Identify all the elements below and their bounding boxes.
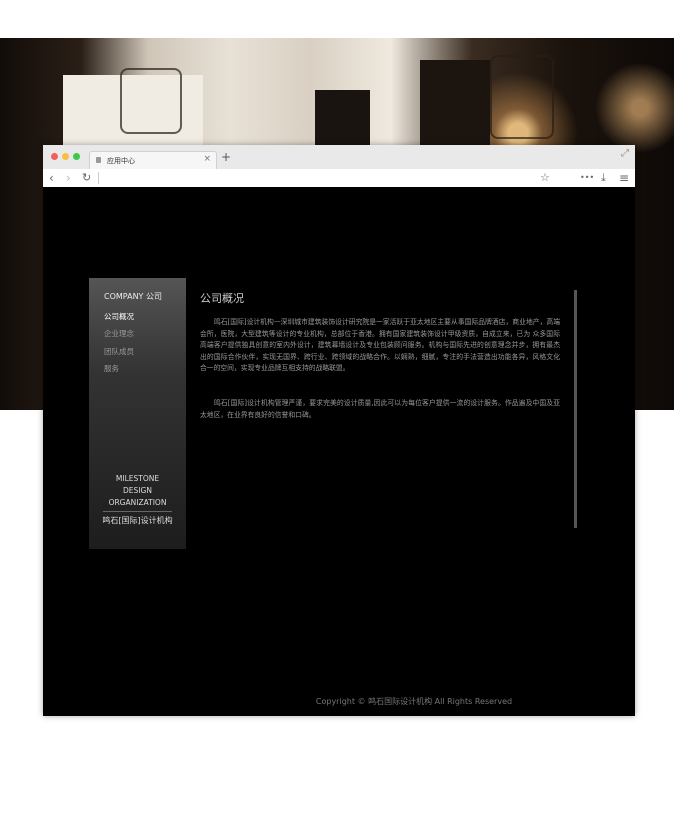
logo-text-line: MILESTONE	[115, 474, 160, 483]
browser-tab[interactable]: 应用中心 ×	[89, 151, 217, 170]
logo-text-line: ORGANIZATION	[108, 498, 167, 507]
menu-icon[interactable]: ≡	[619, 170, 629, 186]
content-scrollbar[interactable]	[574, 290, 577, 528]
page-title: 公司概况	[200, 292, 244, 305]
sidebar-item-overview[interactable]: 公司概况	[104, 311, 134, 322]
navigation-bar: ‹ › ↻ ☆ ••• ⤓ ≡	[43, 169, 635, 188]
intro-paragraph: 鸣石[国际]设计机构—深圳城市建筑装饰设计研究院是一家活跃于亚太地区主要从事国际…	[200, 318, 560, 372]
sidebar: COMPANY 公司 公司概况 企业理念 团队成员 服务 MILESTONE D…	[89, 278, 186, 549]
new-tab-icon[interactable]: +	[221, 150, 231, 164]
download-icon[interactable]: ⤓	[601, 170, 606, 186]
lamp-cage-icon	[120, 68, 182, 134]
logo-chinese-name: 鸣石[国际]设计机构	[102, 516, 173, 525]
minimize-window-icon[interactable]	[62, 153, 69, 160]
tab-bar: 应用中心 × + ⤢	[43, 145, 635, 170]
sidebar-heading: COMPANY 公司	[104, 292, 162, 301]
more-icon[interactable]: •••	[580, 170, 594, 186]
page-icon	[96, 157, 101, 163]
reload-icon[interactable]: ↻	[82, 170, 91, 186]
background-dark-block	[420, 60, 490, 150]
page-content: COMPANY 公司 公司概况 企业理念 团队成员 服务 MILESTONE D…	[43, 187, 635, 716]
lamp-cage-icon	[490, 55, 554, 139]
sidebar-item-philosophy[interactable]: 企业理念	[104, 328, 134, 339]
intro-paragraph: 鸣石[国际]设计机构管理严谨，要求完美的设计质量,因此可以为每位客户提供一流的设…	[200, 399, 560, 419]
close-window-icon[interactable]	[51, 153, 58, 160]
browser-window: 应用中心 × + ⤢ ‹ › ↻ ☆ ••• ⤓ ≡ COMPANY 公司 公司…	[43, 145, 635, 716]
sidebar-item-team[interactable]: 团队成员	[104, 346, 134, 357]
background-dark-block	[315, 90, 370, 150]
back-icon[interactable]: ‹	[49, 170, 54, 186]
sidebar-item-services[interactable]: 服务	[104, 363, 119, 374]
forward-icon[interactable]: ›	[66, 170, 71, 186]
fullscreen-icon[interactable]: ⤢	[621, 148, 629, 159]
divider	[98, 172, 99, 184]
copyright-text: Copyright © 鸣石国际设计机构 All Rights Reserved	[315, 697, 513, 706]
logo-divider	[103, 511, 172, 512]
tab-close-icon[interactable]: ×	[203, 154, 211, 164]
logo-text-line: DESIGN	[123, 486, 152, 495]
maximize-window-icon[interactable]	[73, 153, 80, 160]
tab-title: 应用中心	[107, 157, 135, 165]
bookmark-star-icon[interactable]: ☆	[540, 170, 550, 186]
